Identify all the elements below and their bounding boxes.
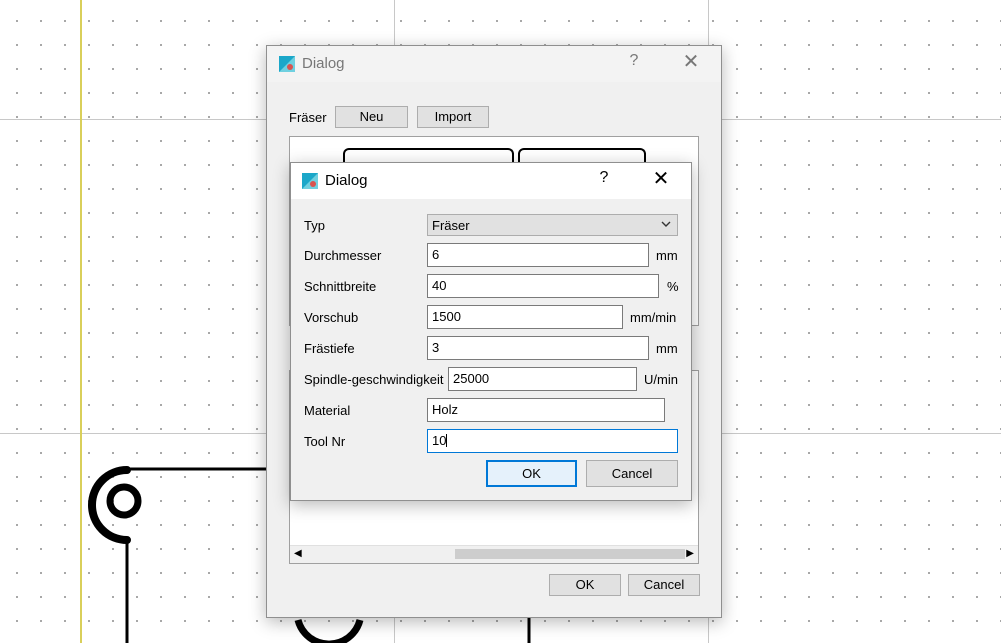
outer-cancel-button[interactable]: Cancel <box>628 574 700 596</box>
material-label: Material <box>304 403 351 418</box>
inner-dialog-title: Dialog <box>325 172 368 189</box>
outer-dialog-title: Dialog <box>302 55 345 72</box>
type-label: Typ <box>304 218 325 233</box>
material-input[interactable]: Holz <box>427 398 665 422</box>
durchmesser-label: Durchmesser <box>304 248 382 263</box>
outer-dialog-titlebar[interactable]: Dialog ? ✕ <box>267 46 721 82</box>
app-logo-icon <box>302 173 318 189</box>
spindle-speed-input[interactable]: 25000 <box>448 367 637 391</box>
frastiefe-label: Frästiefe <box>304 341 355 356</box>
spindle-speed-unit: U/min <box>644 372 678 387</box>
fraser-label: Fräser <box>289 110 327 125</box>
close-icon[interactable]: ✕ <box>679 49 703 74</box>
horizontal-scrollbar[interactable]: ◀ ▶ <box>290 545 698 563</box>
help-button[interactable]: ? <box>622 52 646 70</box>
frastiefe-unit: mm <box>656 341 678 356</box>
new-button[interactable]: Neu <box>335 106 408 128</box>
tool-nr-value: 10 <box>432 433 447 448</box>
pad-arc <box>294 618 364 643</box>
frastiefe-input[interactable]: 3 <box>427 336 649 360</box>
inner-cancel-button[interactable]: Cancel <box>586 460 678 487</box>
spindle-speed-label: Spindle-geschwindigkeit <box>304 372 444 387</box>
vorschub-unit: mm/min <box>630 310 677 325</box>
vorschub-label: Vorschub <box>304 310 359 325</box>
help-button[interactable]: ? <box>592 169 616 187</box>
tool-nr-input[interactable]: 10 <box>427 429 678 453</box>
app-logo-icon <box>279 56 295 72</box>
schnittbreite-label: Schnittbreite <box>304 279 377 294</box>
tool-nr-label: Tool Nr <box>304 434 346 449</box>
inner-ok-button[interactable]: OK <box>486 460 577 487</box>
type-select[interactable]: Fräser <box>427 214 678 236</box>
vorschub-input[interactable]: 1500 <box>427 305 623 329</box>
schnittbreite-unit: % <box>667 279 679 294</box>
outer-ok-button[interactable]: OK <box>549 574 621 596</box>
schnittbreite-input[interactable]: 40 <box>427 274 659 298</box>
inner-dialog: Dialog ? ✕ Typ Fräser Durchmesser 6 mm S… <box>290 162 692 501</box>
type-select-value: Fräser <box>432 218 470 233</box>
inner-dialog-titlebar[interactable]: Dialog ? ✕ <box>291 163 691 199</box>
text-cursor <box>446 434 448 447</box>
import-button[interactable]: Import <box>417 106 489 128</box>
chevron-down-icon <box>661 221 671 227</box>
durchmesser-unit: mm <box>656 248 678 263</box>
scroll-left-icon[interactable]: ◀ <box>294 548 302 559</box>
close-icon[interactable]: ✕ <box>649 166 673 191</box>
pad-inner <box>106 483 142 519</box>
scrollbar-thumb[interactable] <box>455 549 685 559</box>
scroll-right-icon[interactable]: ▶ <box>686 548 694 559</box>
durchmesser-input[interactable]: 6 <box>427 243 649 267</box>
